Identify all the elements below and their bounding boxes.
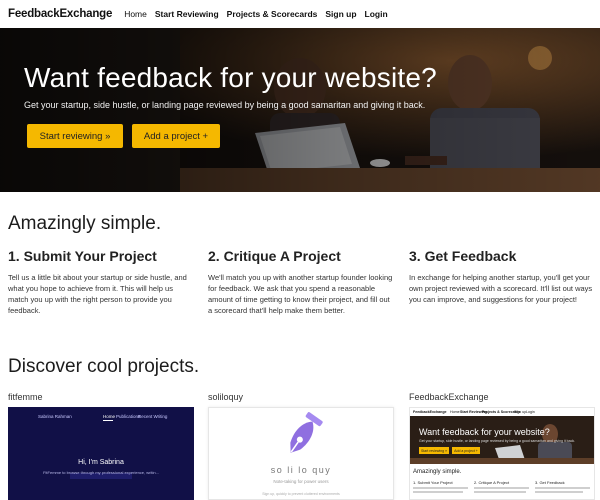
step-1-title: 1. Submit Your Project (8, 248, 157, 264)
step-1-text: Tell us a little bit about your startup … (8, 273, 187, 315)
hero-banner: Want feedback for your website? Get your… (0, 28, 600, 192)
add-project-button[interactable]: Add a project + (132, 124, 220, 148)
step-2-title: 2. Critique A Project (208, 248, 341, 264)
preview-text-line (474, 487, 529, 489)
preview-section-heading: Amazingly simple. (413, 469, 462, 475)
nav-link-projects-scorecards[interactable]: Projects & Scorecards (227, 9, 318, 19)
preview-text-line (474, 491, 526, 493)
pen-nib-logo-icon (290, 412, 323, 453)
preview-nav-login: Login (526, 410, 535, 414)
preview-text-line (413, 487, 468, 489)
preview-text-line (535, 491, 583, 493)
preview-step-1: 1. Submit Your Project (413, 480, 453, 485)
brand-logo-text[interactable]: FeedbackExchange (8, 8, 112, 20)
nav-link-sign-up[interactable]: Sign up (325, 9, 356, 19)
preview-step-3: 3. Get Feedback (535, 480, 565, 485)
nav-link-start-reviewing[interactable]: Start Reviewing (155, 9, 219, 19)
preview-add-project-button: Add a project + (452, 447, 480, 454)
project-card-fitfemme[interactable]: Sabrina Rahman Home Publications Recent … (8, 407, 194, 500)
preview-nav-home: Home (450, 410, 460, 414)
preview-step-2: 2. Critique A Project (474, 480, 510, 485)
hero-dark-overlay (0, 28, 600, 192)
nav-link-home[interactable]: Home (124, 9, 147, 19)
preview-greeting: Hi, I'm Sabrina (78, 459, 124, 466)
hero-title: Want feedback for your website? (24, 62, 437, 93)
preview-tagline: Note-taking for power users (273, 479, 329, 484)
preview-brand: FeedbackExchange (413, 410, 447, 414)
start-reviewing-button[interactable]: Start reviewing » (27, 124, 123, 148)
preview-nav-sign-up: Sign up (514, 410, 527, 414)
step-3-text: In exchange for helping another startup,… (409, 273, 593, 304)
step-2-text: We'll match you up with another startup … (208, 273, 393, 315)
preview-hero-subtitle: Get your startup, side hustle, or landin… (419, 439, 576, 443)
project-name-feedbackexchange[interactable]: FeedbackExchange (409, 392, 489, 402)
project-card-soliloquy[interactable]: so li lo quy Note-taking for power users… (208, 407, 394, 500)
project-name-soliloquy[interactable]: soliloquy (208, 392, 243, 402)
nav-link-login[interactable]: Login (365, 9, 388, 19)
preview-hero-title: Want feedback for your website? (419, 427, 550, 437)
project-card-feedbackexchange[interactable]: FeedbackExchange Home Start Reviewing Pr… (409, 407, 595, 500)
preview-footer-text: Sign up, quickly to prevent cluttered en… (262, 492, 340, 496)
preview-description: FitFemme to browse through my profession… (43, 470, 159, 475)
preview-start-reviewing-button: Start reviewing » (419, 447, 449, 454)
step-3-title: 3. Get Feedback (409, 248, 517, 264)
preview-text-line (413, 491, 463, 493)
top-navbar: FeedbackExchange Home Start Reviewing Pr… (0, 0, 600, 28)
hero-subtitle: Get your startup, side hustle, or landin… (24, 100, 426, 110)
project-name-fitfemme[interactable]: fitfemme (8, 392, 43, 402)
preview-hero: Want feedback for your website? Get your… (410, 416, 594, 464)
features-heading: Amazingly simple. (8, 213, 162, 234)
preview-underline (70, 420, 132, 479)
preview-text-line (535, 487, 590, 489)
preview-navbar: FeedbackExchange Home Start Reviewing Pr… (410, 408, 594, 416)
preview-logo-text: so li lo quy (270, 465, 332, 475)
projects-heading: Discover cool projects. (8, 356, 200, 377)
